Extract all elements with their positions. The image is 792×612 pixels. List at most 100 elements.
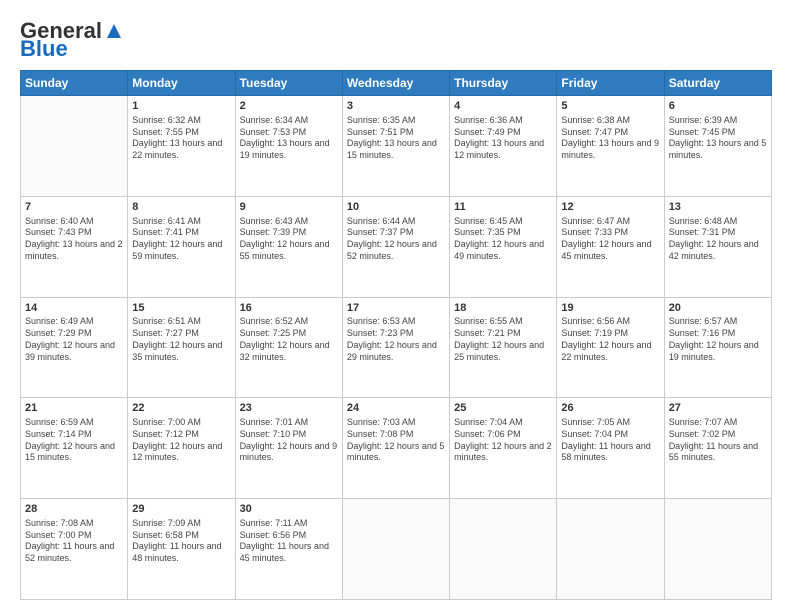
cell-info: Sunrise: 6:34 AMSunset: 7:53 PMDaylight:… (240, 115, 338, 162)
day-cell: 1Sunrise: 6:32 AMSunset: 7:55 PMDaylight… (128, 96, 235, 197)
day-cell: 3Sunrise: 6:35 AMSunset: 7:51 PMDaylight… (342, 96, 449, 197)
day-cell: 13Sunrise: 6:48 AMSunset: 7:31 PMDayligh… (664, 196, 771, 297)
cell-info: Sunrise: 6:49 AMSunset: 7:29 PMDaylight:… (25, 316, 123, 363)
cell-info: Sunrise: 7:08 AMSunset: 7:00 PMDaylight:… (25, 518, 123, 565)
week-row-3: 14Sunrise: 6:49 AMSunset: 7:29 PMDayligh… (21, 297, 772, 398)
day-cell: 7Sunrise: 6:40 AMSunset: 7:43 PMDaylight… (21, 196, 128, 297)
day-number: 27 (669, 401, 767, 416)
logo: General Blue (20, 18, 126, 60)
weekday-header-saturday: Saturday (664, 71, 771, 96)
cell-info: Sunrise: 6:52 AMSunset: 7:25 PMDaylight:… (240, 316, 338, 363)
day-number: 5 (561, 99, 659, 114)
page: General Blue SundayMondayTuesdayWednesda… (0, 0, 792, 612)
day-cell: 9Sunrise: 6:43 AMSunset: 7:39 PMDaylight… (235, 196, 342, 297)
day-cell: 15Sunrise: 6:51 AMSunset: 7:27 PMDayligh… (128, 297, 235, 398)
day-cell: 12Sunrise: 6:47 AMSunset: 7:33 PMDayligh… (557, 196, 664, 297)
day-cell: 6Sunrise: 6:39 AMSunset: 7:45 PMDaylight… (664, 96, 771, 197)
day-number: 19 (561, 301, 659, 316)
day-number: 18 (454, 301, 552, 316)
cell-info: Sunrise: 6:41 AMSunset: 7:41 PMDaylight:… (132, 216, 230, 263)
weekday-header-row: SundayMondayTuesdayWednesdayThursdayFrid… (21, 71, 772, 96)
day-number: 14 (25, 301, 123, 316)
day-number: 7 (25, 200, 123, 215)
cell-info: Sunrise: 7:05 AMSunset: 7:04 PMDaylight:… (561, 417, 659, 464)
day-number: 30 (240, 502, 338, 517)
cell-info: Sunrise: 6:38 AMSunset: 7:47 PMDaylight:… (561, 115, 659, 162)
cell-info: Sunrise: 6:55 AMSunset: 7:21 PMDaylight:… (454, 316, 552, 363)
day-cell (342, 499, 449, 600)
day-cell: 2Sunrise: 6:34 AMSunset: 7:53 PMDaylight… (235, 96, 342, 197)
day-number: 13 (669, 200, 767, 215)
day-cell: 8Sunrise: 6:41 AMSunset: 7:41 PMDaylight… (128, 196, 235, 297)
logo-blue-label: Blue (20, 38, 68, 60)
day-cell: 11Sunrise: 6:45 AMSunset: 7:35 PMDayligh… (450, 196, 557, 297)
day-cell: 26Sunrise: 7:05 AMSunset: 7:04 PMDayligh… (557, 398, 664, 499)
day-cell: 4Sunrise: 6:36 AMSunset: 7:49 PMDaylight… (450, 96, 557, 197)
day-cell: 24Sunrise: 7:03 AMSunset: 7:08 PMDayligh… (342, 398, 449, 499)
day-cell: 21Sunrise: 6:59 AMSunset: 7:14 PMDayligh… (21, 398, 128, 499)
day-cell: 19Sunrise: 6:56 AMSunset: 7:19 PMDayligh… (557, 297, 664, 398)
cell-info: Sunrise: 6:51 AMSunset: 7:27 PMDaylight:… (132, 316, 230, 363)
day-number: 3 (347, 99, 445, 114)
day-number: 2 (240, 99, 338, 114)
cell-info: Sunrise: 6:39 AMSunset: 7:45 PMDaylight:… (669, 115, 767, 162)
weekday-header-thursday: Thursday (450, 71, 557, 96)
day-number: 11 (454, 200, 552, 215)
day-number: 22 (132, 401, 230, 416)
week-row-5: 28Sunrise: 7:08 AMSunset: 7:00 PMDayligh… (21, 499, 772, 600)
day-number: 17 (347, 301, 445, 316)
cell-info: Sunrise: 7:09 AMSunset: 6:58 PMDaylight:… (132, 518, 230, 565)
logo-triangle-icon (103, 20, 125, 42)
day-number: 4 (454, 99, 552, 114)
weekday-header-wednesday: Wednesday (342, 71, 449, 96)
week-row-1: 1Sunrise: 6:32 AMSunset: 7:55 PMDaylight… (21, 96, 772, 197)
day-number: 26 (561, 401, 659, 416)
day-cell: 28Sunrise: 7:08 AMSunset: 7:00 PMDayligh… (21, 499, 128, 600)
day-cell: 14Sunrise: 6:49 AMSunset: 7:29 PMDayligh… (21, 297, 128, 398)
cell-info: Sunrise: 6:43 AMSunset: 7:39 PMDaylight:… (240, 216, 338, 263)
day-number: 28 (25, 502, 123, 517)
cell-info: Sunrise: 6:53 AMSunset: 7:23 PMDaylight:… (347, 316, 445, 363)
day-cell: 18Sunrise: 6:55 AMSunset: 7:21 PMDayligh… (450, 297, 557, 398)
day-cell: 23Sunrise: 7:01 AMSunset: 7:10 PMDayligh… (235, 398, 342, 499)
cell-info: Sunrise: 6:36 AMSunset: 7:49 PMDaylight:… (454, 115, 552, 162)
day-cell (557, 499, 664, 600)
cell-info: Sunrise: 6:32 AMSunset: 7:55 PMDaylight:… (132, 115, 230, 162)
cell-info: Sunrise: 6:40 AMSunset: 7:43 PMDaylight:… (25, 216, 123, 263)
day-cell (450, 499, 557, 600)
day-cell: 16Sunrise: 6:52 AMSunset: 7:25 PMDayligh… (235, 297, 342, 398)
calendar-table: SundayMondayTuesdayWednesdayThursdayFrid… (20, 70, 772, 600)
cell-info: Sunrise: 7:11 AMSunset: 6:56 PMDaylight:… (240, 518, 338, 565)
day-cell: 10Sunrise: 6:44 AMSunset: 7:37 PMDayligh… (342, 196, 449, 297)
cell-info: Sunrise: 7:03 AMSunset: 7:08 PMDaylight:… (347, 417, 445, 464)
week-row-2: 7Sunrise: 6:40 AMSunset: 7:43 PMDaylight… (21, 196, 772, 297)
weekday-header-sunday: Sunday (21, 71, 128, 96)
cell-info: Sunrise: 6:45 AMSunset: 7:35 PMDaylight:… (454, 216, 552, 263)
cell-info: Sunrise: 6:44 AMSunset: 7:37 PMDaylight:… (347, 216, 445, 263)
day-cell: 20Sunrise: 6:57 AMSunset: 7:16 PMDayligh… (664, 297, 771, 398)
day-number: 8 (132, 200, 230, 215)
cell-info: Sunrise: 6:56 AMSunset: 7:19 PMDaylight:… (561, 316, 659, 363)
day-number: 23 (240, 401, 338, 416)
day-number: 1 (132, 99, 230, 114)
week-row-4: 21Sunrise: 6:59 AMSunset: 7:14 PMDayligh… (21, 398, 772, 499)
day-number: 6 (669, 99, 767, 114)
weekday-header-tuesday: Tuesday (235, 71, 342, 96)
weekday-header-monday: Monday (128, 71, 235, 96)
cell-info: Sunrise: 6:47 AMSunset: 7:33 PMDaylight:… (561, 216, 659, 263)
day-cell (21, 96, 128, 197)
day-number: 24 (347, 401, 445, 416)
day-cell (664, 499, 771, 600)
cell-info: Sunrise: 6:57 AMSunset: 7:16 PMDaylight:… (669, 316, 767, 363)
day-number: 29 (132, 502, 230, 517)
day-number: 21 (25, 401, 123, 416)
day-cell: 25Sunrise: 7:04 AMSunset: 7:06 PMDayligh… (450, 398, 557, 499)
cell-info: Sunrise: 7:04 AMSunset: 7:06 PMDaylight:… (454, 417, 552, 464)
day-cell: 30Sunrise: 7:11 AMSunset: 6:56 PMDayligh… (235, 499, 342, 600)
day-number: 15 (132, 301, 230, 316)
weekday-header-friday: Friday (557, 71, 664, 96)
day-number: 20 (669, 301, 767, 316)
cell-info: Sunrise: 6:48 AMSunset: 7:31 PMDaylight:… (669, 216, 767, 263)
day-number: 16 (240, 301, 338, 316)
day-number: 10 (347, 200, 445, 215)
